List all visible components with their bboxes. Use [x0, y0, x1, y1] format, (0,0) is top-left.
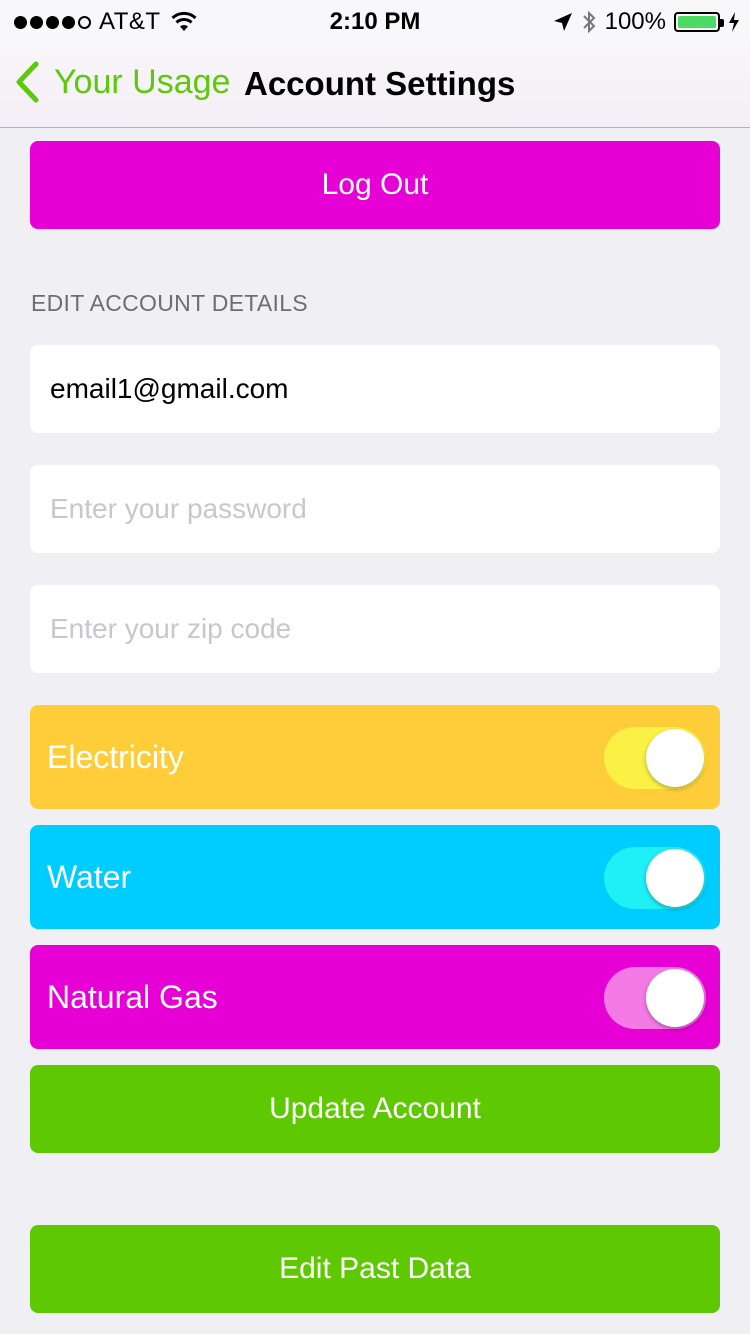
water-label: Water — [47, 859, 132, 895]
toggle-knob — [646, 849, 704, 907]
toggle-knob — [646, 729, 704, 787]
navigation-bar: Your Usage Account Settings — [0, 40, 750, 128]
battery-fill — [678, 16, 716, 28]
section-header-edit-account: EDIT ACCOUNT DETAILS — [31, 290, 308, 316]
battery-icon — [674, 12, 724, 32]
email-field[interactable] — [30, 345, 720, 433]
email-field-container — [30, 345, 720, 433]
water-toggle[interactable] — [604, 847, 706, 909]
natural-gas-toggle[interactable] — [604, 967, 706, 1029]
back-button-label: Your Usage — [54, 62, 231, 101]
back-button[interactable]: Your Usage — [14, 60, 230, 104]
bluetooth-icon — [582, 10, 596, 34]
electricity-label: Electricity — [47, 739, 184, 775]
electricity-toggle[interactable] — [604, 727, 706, 789]
natural-gas-toggle-row: Natural Gas — [30, 945, 720, 1049]
zip-code-field[interactable] — [30, 585, 720, 673]
battery-percentage: 100% — [604, 8, 666, 35]
update-account-button[interactable]: Update Account — [30, 1065, 720, 1153]
status-bar: AT&T 2:10 PM 100% — [0, 0, 750, 40]
chevron-left-icon — [16, 61, 39, 103]
natural-gas-label: Natural Gas — [47, 979, 218, 1015]
water-toggle-row: Water — [30, 825, 720, 929]
zip-field-container — [30, 585, 720, 673]
page-title: Account Settings — [244, 65, 516, 102]
status-right: 100% — [553, 8, 740, 36]
electricity-toggle-row: Electricity — [30, 705, 720, 809]
edit-past-data-button[interactable]: Edit Past Data — [30, 1225, 720, 1313]
password-field[interactable] — [30, 465, 720, 553]
charging-icon — [729, 12, 739, 32]
toggle-knob — [646, 969, 704, 1027]
logout-button[interactable]: Log Out — [30, 141, 720, 229]
password-field-container — [30, 465, 720, 553]
location-arrow-icon — [553, 13, 572, 31]
